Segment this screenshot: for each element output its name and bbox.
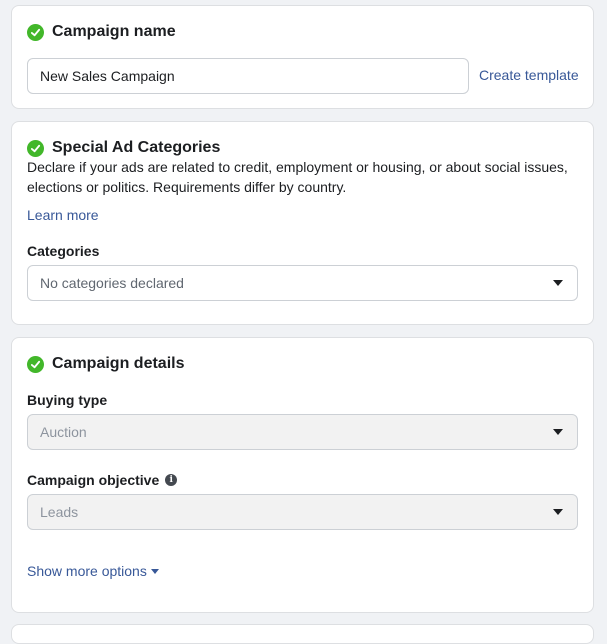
learn-more-link[interactable]: Learn more (27, 207, 99, 223)
categories-select[interactable]: No categories declared (27, 265, 578, 301)
special-ad-heading: Special Ad Categories (27, 139, 220, 157)
buying-type-value: Auction (40, 424, 87, 440)
special-ad-categories-card: Special Ad Categories Declare if your ad… (11, 121, 594, 325)
check-circle-icon (27, 355, 44, 373)
special-ad-title: Special Ad Categories (52, 139, 221, 156)
categories-value: No categories declared (40, 275, 184, 291)
campaign-name-input[interactable]: New Sales Campaign (27, 58, 469, 94)
campaign-name-value: New Sales Campaign (40, 68, 175, 84)
campaign-objective-label: Campaign objective (27, 472, 160, 488)
campaign-objective-value: Leads (40, 504, 79, 520)
campaign-name-heading: Campaign name (27, 23, 176, 41)
info-icon[interactable]: i (165, 474, 178, 486)
caret-down-icon (553, 280, 563, 286)
categories-label: Categories (27, 243, 100, 259)
campaign-details-card: Campaign details Buying type Auction Cam… (11, 337, 594, 613)
create-template-link[interactable]: Create template (479, 67, 579, 83)
campaign-name-card: Campaign name New Sales Campaign Create … (11, 5, 594, 109)
special-ad-description: Declare if your ads are related to credi… (27, 159, 568, 195)
campaign-objective-select[interactable]: Leads (27, 494, 578, 530)
campaign-name-title: Campaign name (52, 23, 176, 40)
campaign-details-title: Campaign details (52, 355, 185, 372)
show-more-options-link[interactable]: Show more options (27, 563, 159, 579)
campaign-objective-label-row: Campaign objective i (27, 472, 178, 488)
buying-type-label: Buying type (27, 392, 108, 408)
caret-down-icon (150, 568, 159, 574)
next-section-card (11, 624, 594, 644)
caret-down-icon (553, 429, 563, 435)
check-circle-icon (27, 139, 44, 157)
campaign-details-heading: Campaign details (27, 355, 184, 373)
buying-type-select[interactable]: Auction (27, 414, 578, 450)
show-more-options-label: Show more options (27, 563, 147, 579)
caret-down-icon (553, 509, 563, 515)
check-circle-icon (27, 23, 44, 41)
